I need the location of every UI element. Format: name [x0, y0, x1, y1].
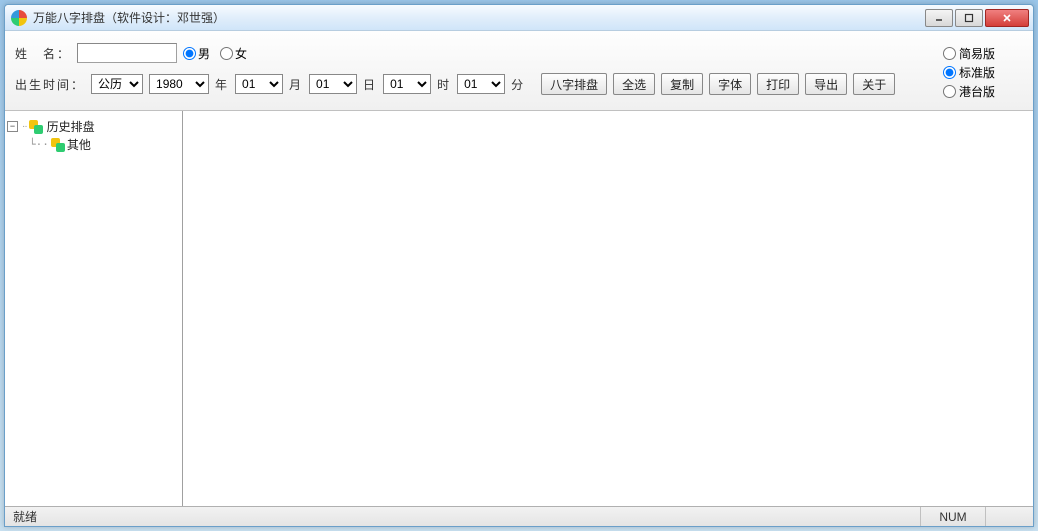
status-extra: [985, 507, 1025, 526]
gender-male-label: 男: [198, 45, 210, 62]
gender-male-radio[interactable]: [183, 47, 196, 60]
name-input[interactable]: [77, 43, 177, 63]
year-select[interactable]: 1980: [149, 74, 209, 94]
version-simple-radio[interactable]: [943, 47, 956, 60]
gender-male-option[interactable]: 男: [183, 45, 216, 62]
gender-female-label: 女: [235, 45, 247, 62]
select-all-button[interactable]: 全选: [613, 73, 655, 95]
status-num: NUM: [920, 507, 984, 526]
tree-connector-icon: ··: [22, 121, 27, 132]
app-window: 万能八字排盘（软件设计：邓世强） 姓 名： 男: [4, 4, 1034, 527]
minimize-button[interactable]: [925, 9, 953, 27]
version-simple-label: 简易版: [959, 45, 995, 62]
birth-row: 出生时间： 公历 1980 年 01 月 01 日 01: [15, 73, 943, 95]
year-unit: 年: [215, 76, 229, 93]
name-label: 姓 名：: [15, 45, 71, 62]
close-button[interactable]: [985, 9, 1029, 27]
birth-label: 出生时间：: [15, 76, 85, 93]
copy-button[interactable]: 复制: [661, 73, 703, 95]
calendar-select[interactable]: 公历: [91, 74, 143, 94]
version-gangtai-label: 港台版: [959, 83, 995, 100]
main-output-panel: [183, 111, 1033, 506]
version-standard-label: 标准版: [959, 64, 995, 81]
toolbar-left: 姓 名： 男 女 出生时间： 公历: [15, 43, 943, 95]
version-simple-option[interactable]: 简易版: [943, 45, 1023, 62]
folder-icon: [29, 120, 43, 134]
tree-root-node[interactable]: − ·· 历史排盘: [7, 117, 180, 136]
tree-child-node[interactable]: └·· 其他: [7, 136, 180, 153]
gender-female-radio[interactable]: [220, 47, 233, 60]
name-row: 姓 名： 男 女: [15, 43, 943, 63]
month-unit: 月: [289, 76, 303, 93]
day-unit: 日: [363, 76, 377, 93]
statusbar: 就绪 NUM: [5, 506, 1033, 526]
font-button[interactable]: 字体: [709, 73, 751, 95]
version-standard-radio[interactable]: [943, 66, 956, 79]
hour-select[interactable]: 01: [383, 74, 431, 94]
minute-select[interactable]: 01: [457, 74, 505, 94]
content-area: − ·· 历史排盘 └·· 其他: [5, 111, 1033, 506]
month-select[interactable]: 01: [235, 74, 283, 94]
paipan-button[interactable]: 八字排盘: [541, 73, 607, 95]
gender-female-option[interactable]: 女: [220, 45, 253, 62]
tree-root-label: 历史排盘: [47, 118, 95, 135]
status-ready: 就绪: [13, 508, 37, 525]
gender-group: 男 女: [183, 45, 253, 62]
folder-icon: [51, 138, 65, 152]
tree-branch-icon: └··: [29, 138, 51, 151]
titlebar: 万能八字排盘（软件设计：邓世强）: [5, 5, 1033, 31]
about-button[interactable]: 关于: [853, 73, 895, 95]
history-tree-panel: − ·· 历史排盘 └·· 其他: [5, 111, 183, 506]
expand-collapse-icon[interactable]: −: [7, 121, 18, 132]
action-buttons: 八字排盘 全选 复制 字体 打印 导出 关于: [541, 73, 895, 95]
version-gangtai-radio[interactable]: [943, 85, 956, 98]
minute-unit: 分: [511, 76, 525, 93]
maximize-button[interactable]: [955, 9, 983, 27]
version-group: 简易版 标准版 港台版: [943, 43, 1023, 100]
day-select[interactable]: 01: [309, 74, 357, 94]
window-title: 万能八字排盘（软件设计：邓世强）: [33, 9, 925, 26]
version-gangtai-option[interactable]: 港台版: [943, 83, 1023, 100]
toolbar: 姓 名： 男 女 出生时间： 公历: [5, 31, 1033, 111]
window-controls: [925, 9, 1029, 27]
hour-unit: 时: [437, 76, 451, 93]
version-standard-option[interactable]: 标准版: [943, 64, 1023, 81]
app-icon: [11, 10, 27, 26]
print-button[interactable]: 打印: [757, 73, 799, 95]
export-button[interactable]: 导出: [805, 73, 847, 95]
tree-child-label: 其他: [67, 136, 91, 153]
